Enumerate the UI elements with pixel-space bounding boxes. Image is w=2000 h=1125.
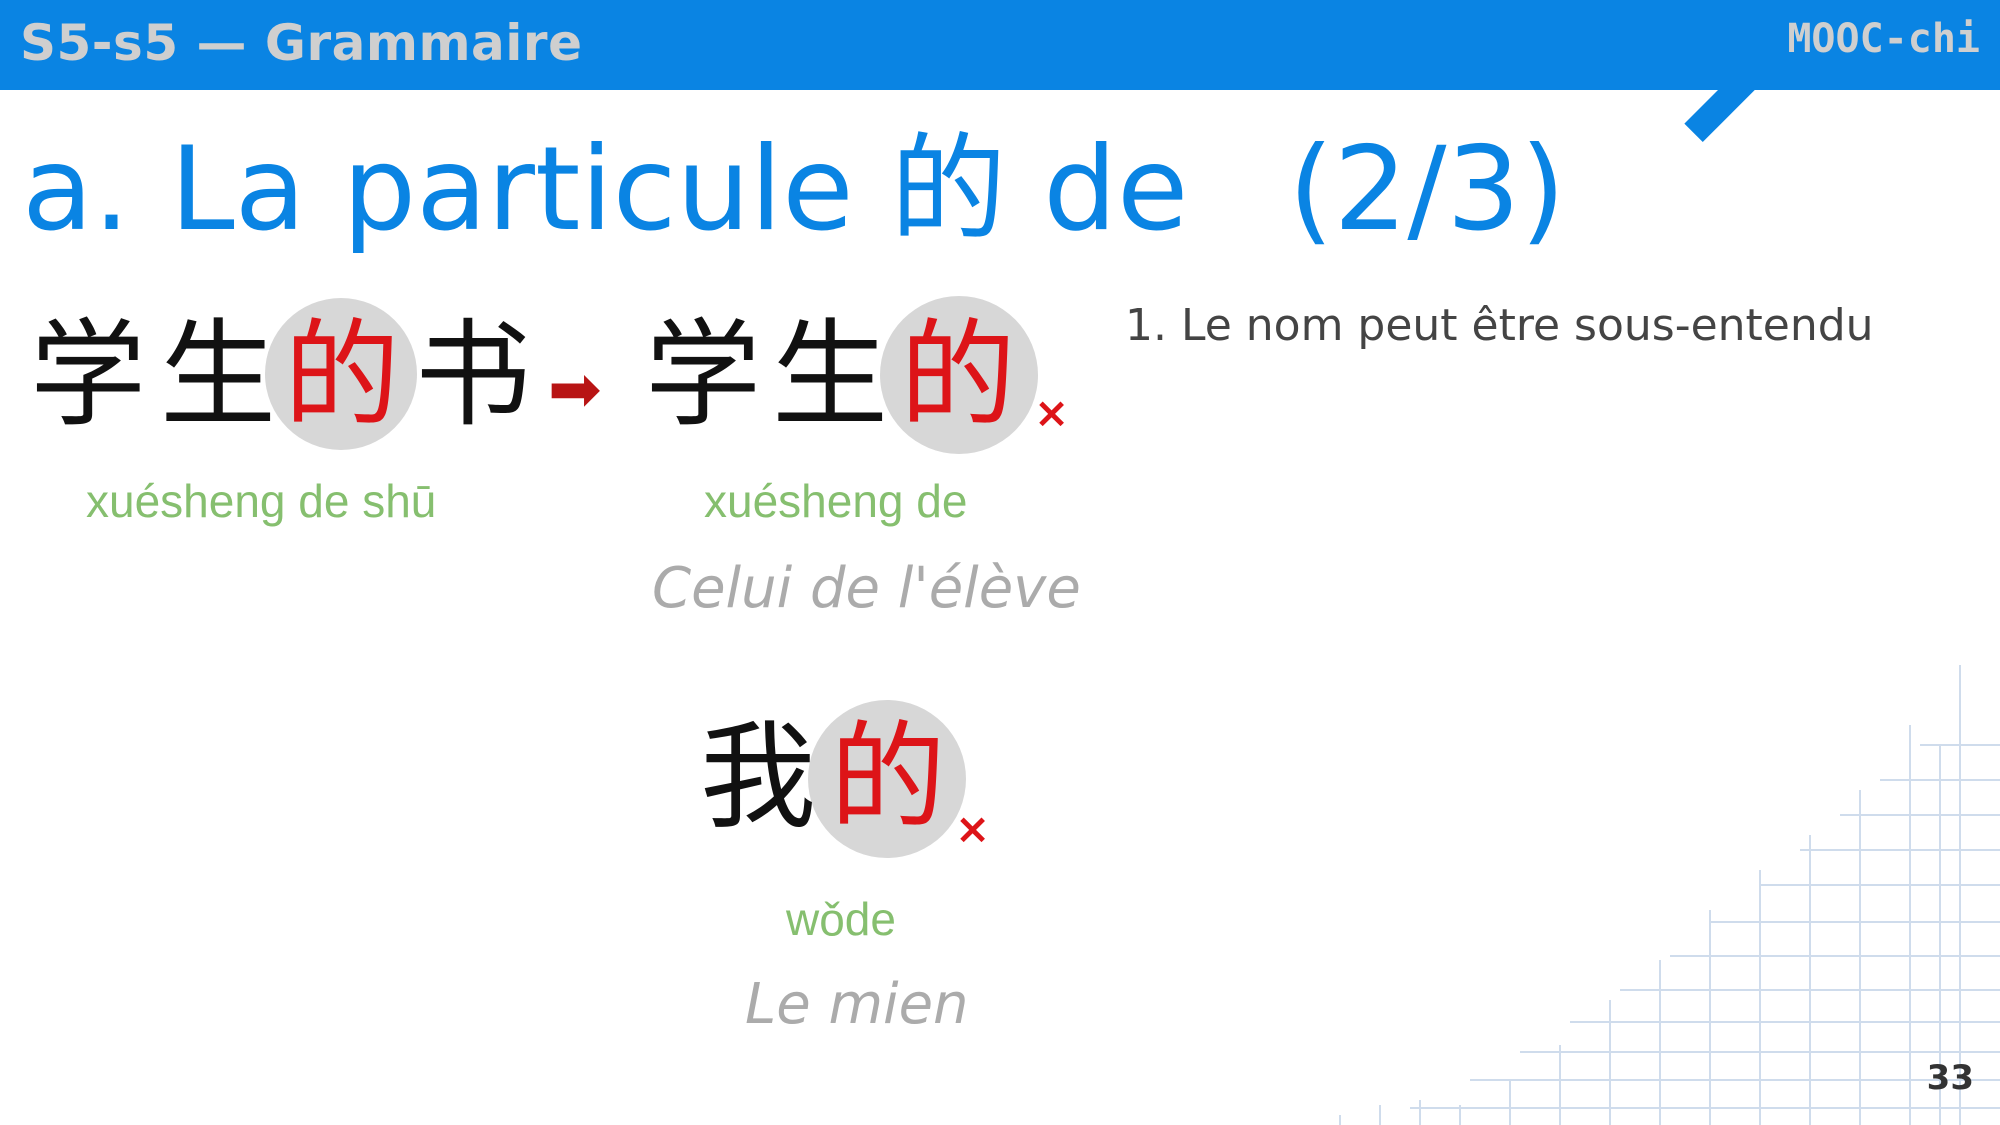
slide-title-main: La particule 的 de — [169, 122, 1189, 257]
header-title: S5-s5 — Grammaire — [20, 14, 583, 72]
slide-title-part: (2/3) — [1288, 122, 1566, 257]
han-char: 学 — [30, 308, 146, 443]
slide-title: a. La particule 的 de (2/3) — [22, 120, 1566, 260]
rule-note: 1. Le nom peut être sous-entendu — [1125, 300, 1874, 351]
decorative-grid — [1339, 665, 2000, 1125]
pinyin-short: xuésheng de — [704, 475, 968, 527]
omitted-noun-mark: × — [1034, 388, 1070, 437]
pinyin-mine: wǒde — [786, 893, 896, 945]
particle-char: 的 — [900, 308, 1016, 443]
particle-char: 的 — [284, 308, 400, 443]
right-arrow-icon: ➡ — [548, 353, 602, 427]
han-char: 生 — [160, 308, 276, 443]
gloss-short: Celui de l'élève — [652, 556, 1081, 621]
particle-char: 的 — [830, 710, 946, 845]
slide-title-prefix: a. — [22, 122, 130, 257]
pinyin-full: xuésheng de shū — [86, 475, 437, 527]
han-char: 生 — [772, 308, 888, 443]
han-char: 书 — [415, 308, 531, 443]
han-char: 我 — [700, 710, 816, 845]
han-char: 学 — [645, 308, 761, 443]
page-number: 33 — [1926, 1058, 1974, 1098]
omitted-noun-mark: × — [955, 804, 991, 853]
gloss-mine: Le mien — [745, 972, 969, 1037]
header-brand: MOOC-chi — [1787, 16, 1980, 62]
